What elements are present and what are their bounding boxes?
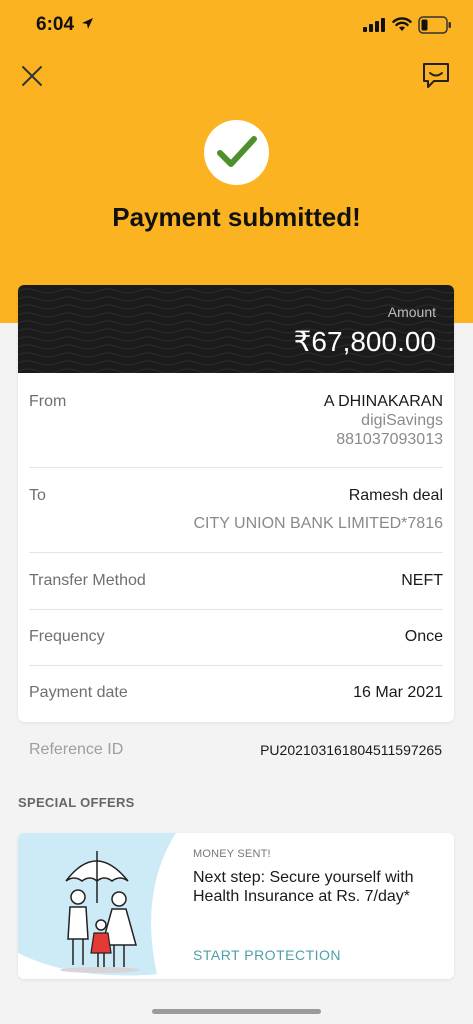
frequency-row: Frequency Once	[29, 610, 443, 666]
status-bar: 6:04	[0, 0, 473, 52]
from-account-number: 881037093013	[336, 431, 443, 448]
from-account-type: digiSavings	[361, 412, 443, 429]
insurance-offer-card[interactable]: MONEY SENT! Next step: Secure yourself w…	[18, 833, 454, 979]
special-offers-heading: SPECIAL OFFERS	[18, 795, 135, 810]
frequency-value: Once	[404, 628, 443, 645]
page-title: Payment submitted!	[112, 202, 361, 232]
amount-band: Amount ₹67,800.00	[18, 285, 454, 373]
offer-tag: MONEY SENT!	[193, 848, 271, 860]
payment-summary-card: Amount ₹67,800.00 From A DHINAKARAN digi…	[18, 285, 454, 722]
amount-value: ₹67,800.00	[293, 326, 436, 357]
from-row: From A DHINAKARAN digiSavings 8810370930…	[29, 373, 443, 468]
transfer-method-value: NEFT	[401, 572, 443, 589]
checkmark-icon	[217, 136, 257, 167]
from-name: A DHINAKARAN	[323, 393, 443, 410]
chat-icon[interactable]	[421, 61, 451, 91]
close-icon[interactable]	[20, 64, 44, 88]
success-badge	[204, 120, 269, 185]
frequency-label: Frequency	[29, 628, 105, 645]
reference-id-value: PU20210316180451159726​5	[260, 742, 442, 758]
to-name: Ramesh deal	[348, 487, 443, 504]
reference-id-label: Reference ID	[29, 741, 124, 758]
transfer-method-row: Transfer Method NEFT	[29, 553, 443, 610]
amount-label: Amount	[387, 304, 436, 320]
to-bank: CITY UNION BANK LIMITED*7816	[193, 515, 443, 532]
to-label: To	[29, 487, 46, 504]
from-label: From	[29, 393, 67, 410]
family-umbrella-illustration	[18, 833, 176, 979]
start-protection-button[interactable]: START PROTECTION	[193, 947, 341, 963]
payment-date-label: Payment date	[29, 684, 128, 701]
signal-icon	[363, 18, 385, 32]
location-arrow-icon	[82, 18, 93, 29]
status-time: 6:04	[36, 14, 75, 35]
payment-date-row: Payment date 16 Mar 2021	[29, 666, 443, 722]
transfer-method-label: Transfer Method	[29, 572, 146, 589]
payment-date-value: 16 Mar 2021	[353, 684, 443, 701]
to-row: To Ramesh deal CITY UNION BANK LIMITED*7…	[29, 468, 443, 553]
battery-icon	[418, 16, 451, 34]
wifi-icon	[392, 17, 412, 31]
offer-title: Next step: Secure yourself with Health I…	[193, 869, 414, 905]
home-indicator[interactable]	[152, 1009, 321, 1014]
